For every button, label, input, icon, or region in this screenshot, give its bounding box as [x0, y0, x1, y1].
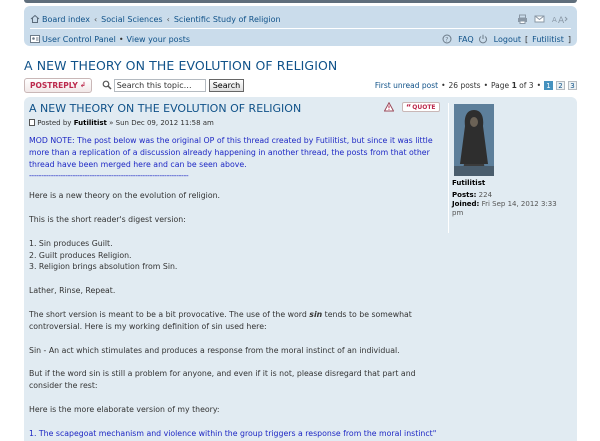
paragraph-disregard: But if the word sin is still a problem f… — [29, 369, 416, 391]
profile-username[interactable]: Futilitist — [452, 179, 570, 187]
navbar: Board index ‹ Social Sciences ‹ Scientif… — [24, 6, 577, 46]
topic-search: Search — [102, 78, 245, 92]
faq-icon: ? — [442, 34, 452, 44]
svg-text:A: A — [558, 16, 565, 24]
logout-icon — [478, 34, 488, 44]
paragraph-short-version: This is the short reader's digest versio… — [29, 214, 186, 224]
paragraph-scapegoat: 1. The scapegoat mechanism and violence … — [29, 428, 437, 441]
logout-username-open: [ — [525, 34, 529, 44]
breadcrumb-board-index[interactable]: Board index — [42, 15, 90, 24]
breadcrumb-forum[interactable]: Scientific Study of Religion — [174, 15, 281, 24]
paragraph-lather: Lather, Rinse, Repeat. — [29, 286, 116, 296]
nav-bullet: • — [118, 34, 124, 44]
svg-text:?: ? — [445, 37, 448, 44]
page-label: Page — [491, 80, 510, 90]
font-size-icon[interactable]: AA — [551, 14, 569, 26]
paragraph-sin-definition: Sin - An act which stimulates and produc… — [29, 345, 400, 355]
paragraph-elaborate: Here is the more elaborate version of my… — [29, 404, 220, 414]
quote-mark-icon: “ — [406, 102, 412, 112]
post-title[interactable]: A NEW THEORY ON THE EVOLUTION OF RELIGIO… — [29, 102, 301, 115]
home-icon — [30, 14, 40, 24]
first-unread-post-link[interactable]: First unread post — [375, 81, 438, 90]
emphasis-sin: sin — [309, 309, 323, 319]
breadcrumb: Board index ‹ Social Sciences ‹ Scientif… — [30, 13, 571, 26]
post-icon — [29, 119, 37, 127]
post-author[interactable]: Futilitist — [74, 119, 107, 127]
posted-by-label: Posted by — [37, 119, 72, 127]
list-item: 2. Guilt produces Religion. — [29, 250, 132, 260]
account-links: ? FAQ Logout [ Futilitist ] — [442, 34, 571, 44]
page-indicator: Page 1 of 3 — [491, 81, 534, 90]
svg-text:A: A — [552, 16, 557, 24]
breadcrumb-social-sciences[interactable]: Social Sciences — [101, 15, 162, 24]
breadcrumb-separator: ‹ — [93, 14, 98, 24]
logout-username[interactable]: Futilitist — [532, 35, 564, 44]
user-nav: User Control Panel • View your posts ? F… — [30, 33, 571, 45]
post-meta: Posted by Futilitist » Sun Dec 09, 2012 … — [29, 119, 214, 127]
profile-divider — [448, 103, 449, 233]
topic-title[interactable]: A NEW THEORY ON THE EVOLUTION OF RELIGIO… — [24, 58, 337, 73]
post-date: » Sun Dec 09, 2012 11:58 am — [109, 119, 214, 127]
report-icon[interactable] — [383, 101, 395, 112]
pagination-bullet: • — [483, 80, 488, 90]
mod-note: MOD NOTE: The post below was the origina… — [29, 136, 433, 169]
page-of: of 3 — [519, 80, 534, 90]
user-control-panel-icon — [30, 34, 40, 44]
print-icon[interactable] — [517, 14, 527, 24]
page-tools: AA — [517, 14, 571, 26]
post-content: MOD NOTE: The post below was the origina… — [29, 135, 444, 441]
reply-arrow-icon: ↲ — [79, 81, 86, 89]
post: A NEW THEORY ON THE EVOLUTION OF RELIGIO… — [24, 97, 577, 441]
posts-label: Posts: — [452, 191, 477, 199]
posts-value[interactable]: 224 — [479, 191, 492, 199]
header-strip — [24, 0, 577, 3]
search-topic-input[interactable] — [113, 78, 206, 92]
quote-label: QUOTE — [412, 103, 436, 111]
logout-link[interactable]: Logout — [494, 35, 521, 44]
pagination-bullet: • — [536, 80, 541, 90]
user-control-panel-link[interactable]: User Control Panel — [42, 35, 116, 44]
pagination: First unread post • 26 posts • Page 1 of… — [375, 80, 577, 90]
list-item: 3. Religion brings absolution from Sin. — [29, 262, 178, 272]
post-reply-label: POSTREPLY — [30, 80, 78, 90]
post-count: 26 posts — [448, 80, 481, 90]
post-buttons: “ QUOTE — [383, 101, 440, 112]
search-icon — [102, 80, 112, 90]
mod-note-divider: ----------------------------------------… — [29, 171, 189, 181]
view-your-posts-link[interactable]: View your posts — [127, 35, 191, 44]
page-1-button[interactable]: 1 — [544, 80, 553, 90]
page-3-button[interactable]: 3 — [568, 80, 577, 90]
post-reply-button[interactable]: POSTREPLY ↲ — [24, 77, 92, 93]
page-current: 1 — [511, 80, 517, 90]
list-item: 1. Sin produces Guilt. — [29, 238, 113, 248]
post-profile: Futilitist Posts: 224 Joined: Fri Sep 14… — [452, 104, 570, 218]
paragraph-provocative: The short version is meant to be a bit p… — [29, 309, 444, 333]
quote-button[interactable]: “ QUOTE — [402, 102, 440, 112]
nav-divider — [30, 28, 571, 29]
avatar — [454, 104, 494, 176]
profile-posts: Posts: 224 — [452, 191, 570, 200]
page-2-button[interactable]: 2 — [556, 80, 565, 90]
pagination-bullet: • — [441, 80, 446, 90]
joined-label: Joined: — [452, 200, 480, 208]
profile-joined: Joined: Fri Sep 14, 2012 3:33 pm — [452, 200, 570, 218]
faq-link[interactable]: FAQ — [458, 35, 474, 44]
email-icon[interactable] — [534, 14, 545, 24]
logout-username-close: ] — [567, 34, 571, 44]
paragraph-intro: Here is a new theory on the evolution of… — [29, 191, 221, 201]
breadcrumb-separator: ‹ — [166, 14, 170, 24]
search-button[interactable]: Search — [208, 78, 245, 92]
text-span: The short version is meant to be a bit p… — [29, 309, 307, 319]
topic-action-bar: POSTREPLY ↲ Search First unread post • 2… — [24, 77, 577, 93]
